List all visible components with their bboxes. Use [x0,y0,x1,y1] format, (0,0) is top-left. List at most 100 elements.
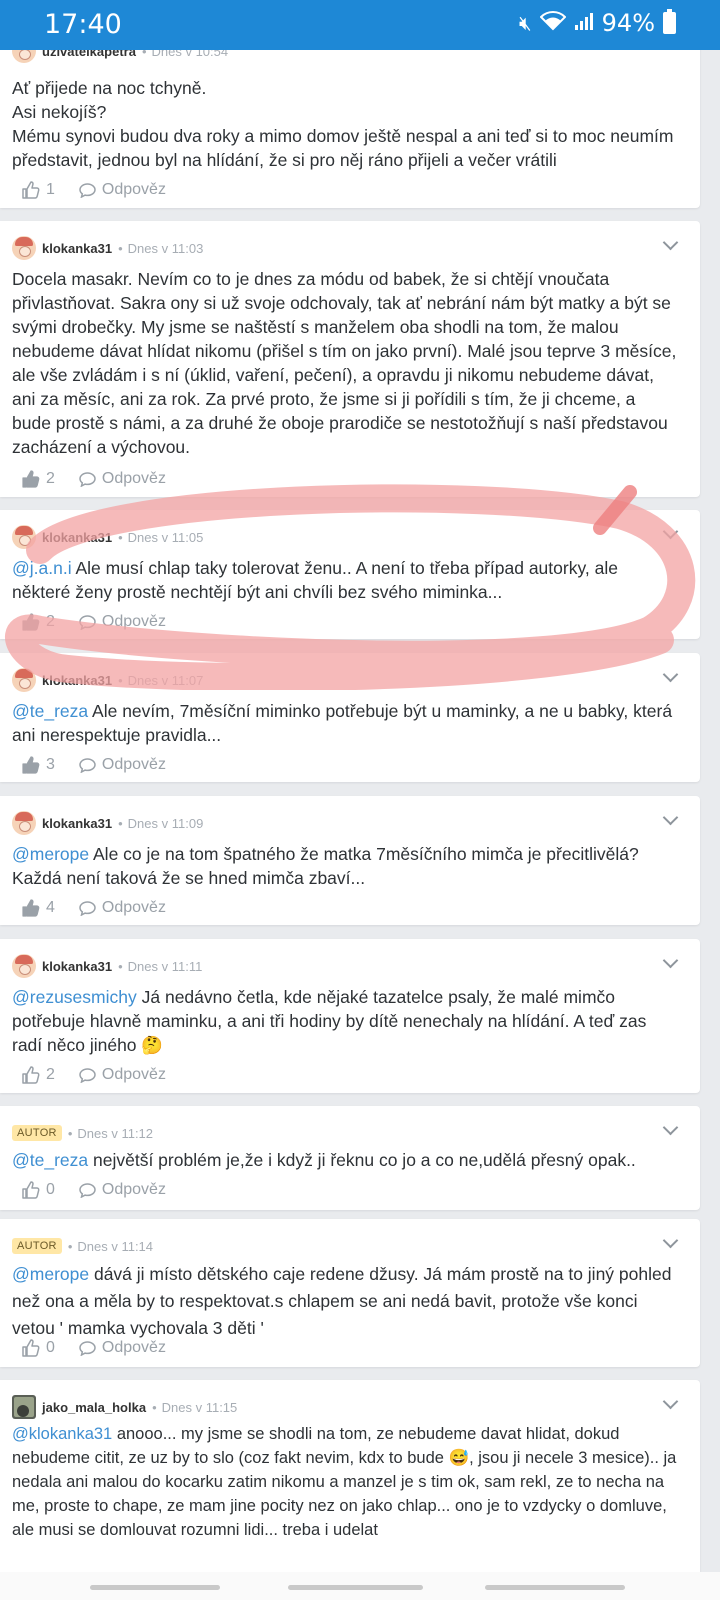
mention-link[interactable]: @te_reza [12,1150,88,1170]
thumbs-up-icon[interactable] [22,1066,40,1084]
comment-actions: 3 Odpověz [22,753,166,777]
comment-text: Docela masakr. Nevím co to je dnes za mó… [12,269,677,457]
mention-link[interactable]: @merope [12,844,89,864]
like-count: 2 [46,613,55,630]
chevron-down-icon[interactable] [662,523,679,540]
thumbs-up-icon[interactable] [22,470,40,488]
comment-header: klokanka31 • Dnes v 11:07 [12,667,203,693]
reply-button[interactable]: Odpověz [102,470,166,488]
battery-percent: 94% [601,9,655,37]
username[interactable]: klokanka31 [42,530,112,545]
thumbs-up-icon[interactable] [22,1181,40,1199]
reply-button[interactable]: Odpověz [102,899,166,917]
signal-icon [574,11,594,36]
comment-text: @klokanka31 anooo... my jsme se shodli n… [12,1422,678,1542]
mention-link[interactable]: @rezusesmichy [12,987,137,1007]
comment-text: @merope dává ji místo dětského caje rede… [12,1261,678,1342]
comment-card: uzivatelkapetra • Dnes v 10:54 Ať přijede… [0,30,700,208]
mention-link[interactable]: @j.a.n.i [12,558,72,578]
reply-icon[interactable] [79,1182,96,1198]
reply-icon[interactable] [79,900,96,916]
reply-icon[interactable] [79,471,96,487]
username[interactable]: klokanka31 [42,816,112,831]
comment-meta: • Dnes v 11:07 [118,672,204,688]
thumbs-up-icon[interactable] [22,899,40,917]
chevron-down-icon[interactable] [662,809,679,826]
comment-actions: 4 Odpověz [22,896,166,920]
reply-icon[interactable] [79,614,96,630]
like-count: 3 [46,756,55,773]
timestamp: Dnes v 11:12 [77,1125,154,1141]
like-count: 4 [46,899,55,916]
mention-link[interactable]: @merope [12,1264,89,1284]
comment-text: @te_reza největší problém je,že i když j… [12,1148,678,1172]
username[interactable]: klokanka31 [42,241,112,256]
chevron-down-icon[interactable] [662,1119,679,1136]
comment-card: klokanka31 • Dnes v 11:05 @j.a.n.i Ale mu… [0,510,700,639]
comment-text: @j.a.n.i Ale musí chlap taky tolerovat ž… [12,556,678,604]
timestamp: Dnes v 11:03 [127,240,204,256]
chevron-down-icon[interactable] [662,1393,679,1410]
avatar[interactable] [12,668,36,692]
reply-icon[interactable] [79,182,96,198]
status-bar: 17:40 🔇︎ 94% [0,0,720,50]
username[interactable]: jako_mala_holka [42,1400,146,1415]
avatar[interactable] [12,1395,36,1419]
comment-card: klokanka31 • Dnes v 11:03 Docela masakr. … [0,221,700,497]
timestamp: Dnes v 11:05 [127,529,204,545]
timestamp: Dnes v 11:14 [77,1238,154,1254]
timestamp: Dnes v 11:11 [127,958,203,974]
comment-meta: • Dnes v 11:11 [118,958,203,974]
thumbs-up-icon[interactable] [22,1339,40,1357]
nav-back-handle[interactable] [485,1585,625,1590]
reply-icon[interactable] [79,757,96,773]
battery-icon [663,9,676,34]
comment-meta: • Dnes v 11:14 [67,1238,154,1254]
comment-meta: • Dnes v 11:12 [67,1125,154,1141]
reply-button[interactable]: Odpověz [102,613,166,631]
thumbs-up-icon[interactable] [22,613,40,631]
reply-button[interactable]: Odpověz [102,756,166,774]
reply-button[interactable]: Odpověz [102,1339,166,1357]
comment-card: klokanka31 • Dnes v 11:07 @te_reza Ale ne… [0,653,700,782]
username[interactable]: klokanka31 [42,673,112,688]
reply-button[interactable]: Odpověz [102,1066,166,1084]
comment-text-content: Ale nevím, 7měsíční miminko potřebuje bý… [12,701,673,745]
reply-button[interactable]: Odpověz [102,181,166,199]
comment-card: AUTOR • Dnes v 11:12 @te_reza největší pr… [0,1106,700,1210]
reply-icon[interactable] [79,1067,96,1083]
chevron-down-icon[interactable] [662,234,679,251]
wifi-icon [539,10,567,36]
nav-recent-handle[interactable] [90,1585,220,1590]
avatar[interactable] [12,525,36,549]
comment-meta: • Dnes v 11:09 [118,815,204,831]
thumbs-up-icon[interactable] [22,756,40,774]
status-icons: 🔇︎ 94% [519,9,676,37]
nav-home-handle[interactable] [288,1585,423,1590]
timestamp: Dnes v 11:15 [161,1399,238,1415]
timestamp: Dnes v 11:07 [127,672,204,688]
chevron-down-icon[interactable] [662,1232,679,1249]
reply-icon[interactable] [79,1340,96,1356]
comment-text: @rezusesmichy Já nedávno četla, kde něja… [12,985,678,1057]
comment-text-content: dává ji místo dětského caje redene džusy… [12,1264,672,1338]
avatar[interactable] [12,236,36,260]
reply-button[interactable]: Odpověz [102,1181,166,1199]
mention-link[interactable]: @klokanka31 [12,1425,112,1443]
avatar[interactable] [12,811,36,835]
like-count: 1 [46,181,55,198]
mention-link[interactable]: @te_reza [12,701,88,721]
chevron-down-icon[interactable] [662,952,679,969]
avatar[interactable] [12,954,36,978]
comment-card: jako_mala_holka • Dnes v 11:15 @klokanka3… [0,1380,700,1580]
comment-header: AUTOR • Dnes v 11:14 [12,1233,153,1259]
comment-card: AUTOR • Dnes v 11:14 @merope dává ji míst… [0,1219,700,1367]
chevron-down-icon[interactable] [662,666,679,683]
thumbs-up-icon[interactable] [22,181,40,199]
comment-meta: • Dnes v 11:05 [118,529,204,545]
comment-actions: 1 Odpověz [22,178,166,202]
author-badge: AUTOR [12,1238,62,1254]
comment-header: klokanka31 • Dnes v 11:03 [12,235,203,261]
username[interactable]: klokanka31 [42,959,112,974]
comment-text: Ať přijede na noc tchyně. Asi nekojíš? M… [12,78,674,170]
